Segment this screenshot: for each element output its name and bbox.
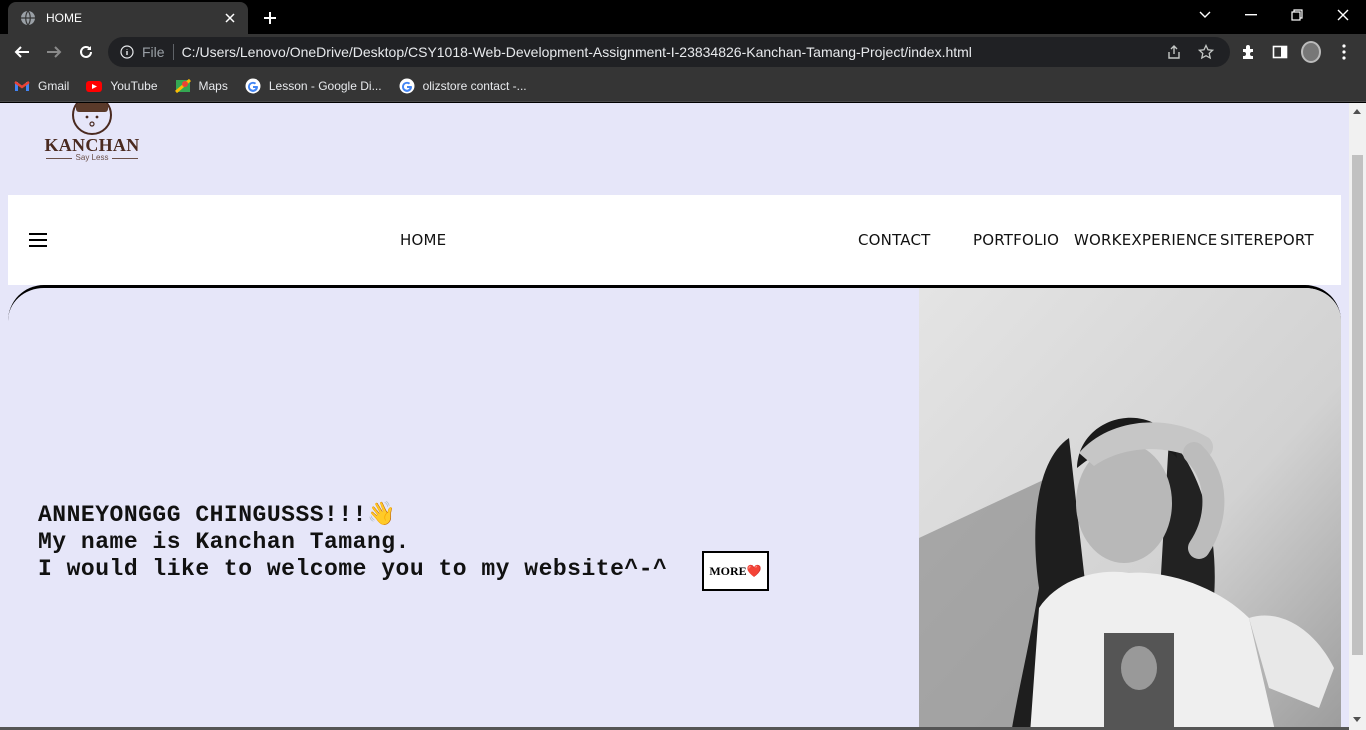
browser-tab[interactable]: HOME xyxy=(8,2,248,34)
youtube-icon xyxy=(86,80,103,92)
bookmark-lesson[interactable]: Lesson - Google Di... xyxy=(245,78,382,94)
bookmark-youtube[interactable]: YouTube xyxy=(86,78,158,94)
nav-home[interactable]: HOME xyxy=(400,231,446,249)
nav-contact[interactable]: CONTACT xyxy=(858,231,931,249)
browser-toolbar: File C:/Users/Lenovo/OneDrive/Desktop/CS… xyxy=(0,34,1366,70)
scheme-label: File xyxy=(142,44,165,60)
close-tab-icon[interactable] xyxy=(222,10,238,26)
url-text[interactable]: C:/Users/Lenovo/OneDrive/Desktop/CSY1018… xyxy=(182,44,1166,60)
hero-line-1: ANNEYONGGG CHINGUSSS!!!👋 xyxy=(38,502,397,528)
nav-site-report[interactable]: SITEREPORT xyxy=(1220,231,1314,249)
extensions-icon[interactable] xyxy=(1238,42,1258,62)
hero-portrait-image xyxy=(919,288,1341,730)
nav-portfolio[interactable]: PORTFOLIO xyxy=(973,231,1059,249)
scroll-down-icon[interactable] xyxy=(1353,717,1361,722)
globe-icon xyxy=(21,10,35,26)
bookmark-maps[interactable]: Maps xyxy=(174,78,228,94)
page-scrollbar[interactable] xyxy=(1349,103,1366,730)
more-button[interactable]: MORE❤️ xyxy=(702,551,769,591)
maps-icon xyxy=(174,78,191,93)
info-icon[interactable] xyxy=(120,45,134,59)
bookmarks-bar: Gmail YouTube Maps Lesson - Google Di...… xyxy=(0,70,1366,102)
reload-button[interactable] xyxy=(74,40,98,64)
star-icon[interactable] xyxy=(1198,44,1214,60)
tab-strip: HOME xyxy=(0,0,1366,34)
scroll-up-icon[interactable] xyxy=(1353,109,1361,114)
menu-dots-icon[interactable] xyxy=(1334,42,1354,62)
bookmark-olizstore[interactable]: olizstore contact -... xyxy=(399,78,527,94)
nav-work-experience[interactable]: WORKEXPERIENCE xyxy=(1074,231,1217,249)
hero-line-3: I would like to welcome you to my websit… xyxy=(38,556,668,582)
profile-avatar-icon[interactable] xyxy=(1301,41,1321,63)
page-viewport: KANCHAN Say Less HOME CONTACT PORTFOLIO … xyxy=(0,103,1349,730)
site-navbar: HOME CONTACT PORTFOLIO WORKEXPERIENCE SI… xyxy=(8,195,1341,285)
hero-line-2: My name is Kanchan Tamang. xyxy=(38,529,410,555)
hero-section: ANNEYONGGG CHINGUSSS!!!👋 My name is Kanc… xyxy=(8,285,1341,730)
side-panel-icon[interactable] xyxy=(1270,42,1290,62)
logo-rule-right xyxy=(112,158,138,159)
omnibox-separator xyxy=(172,44,174,60)
restore-button[interactable] xyxy=(1274,0,1320,30)
bookmark-gmail[interactable]: Gmail xyxy=(14,78,69,94)
address-bar[interactable]: File C:/Users/Lenovo/OneDrive/Desktop/CS… xyxy=(108,37,1230,67)
forward-button[interactable] xyxy=(42,40,66,64)
new-tab-button[interactable] xyxy=(258,6,282,30)
avatar-logo-icon xyxy=(72,103,112,135)
google-icon xyxy=(399,78,415,93)
site-logo[interactable]: KANCHAN Say Less xyxy=(40,103,144,175)
tab-title: HOME xyxy=(46,11,82,25)
scrollbar-thumb[interactable] xyxy=(1352,155,1363,655)
minimize-button[interactable] xyxy=(1228,0,1274,30)
tab-search-icon[interactable] xyxy=(1182,0,1228,30)
hamburger-menu-icon[interactable] xyxy=(29,233,47,247)
back-button[interactable] xyxy=(10,40,34,64)
share-icon[interactable] xyxy=(1166,44,1182,60)
google-icon xyxy=(245,78,261,93)
hero-greeting: ANNEYONGGG CHINGUSSS!!!👋 My name is Kanc… xyxy=(38,502,667,583)
close-window-button[interactable] xyxy=(1320,0,1366,30)
gmail-icon xyxy=(14,80,30,91)
